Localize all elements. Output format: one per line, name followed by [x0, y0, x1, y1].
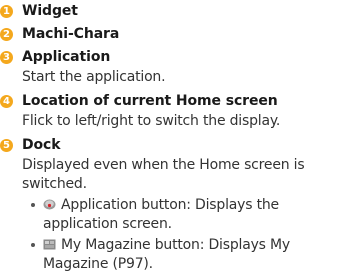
bullet-dot [31, 243, 35, 247]
manual-legend: 1 Widget 2 Machi-Chara 3 Application Sta… [0, 0, 342, 276]
number-badge-2: 2 [0, 28, 13, 41]
legend-desc-home-location: Flick to left/right to switch the displa… [22, 113, 281, 129]
bullet-dot [31, 203, 35, 207]
legend-title-dock: Dock [22, 137, 61, 153]
legend-title-widget: Widget [22, 3, 78, 19]
number-badge-3: 3 [0, 51, 13, 64]
bullet-text-magazine-line2: Magazine (P97). [43, 256, 153, 272]
application-button-icon [43, 199, 56, 210]
legend-title-application: Application [22, 49, 111, 65]
bullet-text-application-line2: application screen. [43, 216, 172, 232]
legend-desc-dock-line2: switched. [22, 176, 87, 192]
legend-title-home-location: Location of current Home screen [22, 93, 278, 109]
legend-desc-dock-line1: Displayed even when the Home screen is [22, 157, 305, 173]
bullet-text-magazine-line1: My Magazine button: Displays My [61, 237, 290, 253]
my-magazine-button-icon [43, 239, 56, 250]
number-badge-5: 5 [0, 139, 13, 152]
number-badge-4: 4 [0, 95, 13, 108]
number-badge-1: 1 [0, 5, 13, 18]
legend-title-machi-chara: Machi-Chara [22, 26, 120, 42]
bullet-text-application-line1: Application button: Displays the [61, 197, 279, 213]
legend-desc-application: Start the application. [22, 69, 166, 85]
